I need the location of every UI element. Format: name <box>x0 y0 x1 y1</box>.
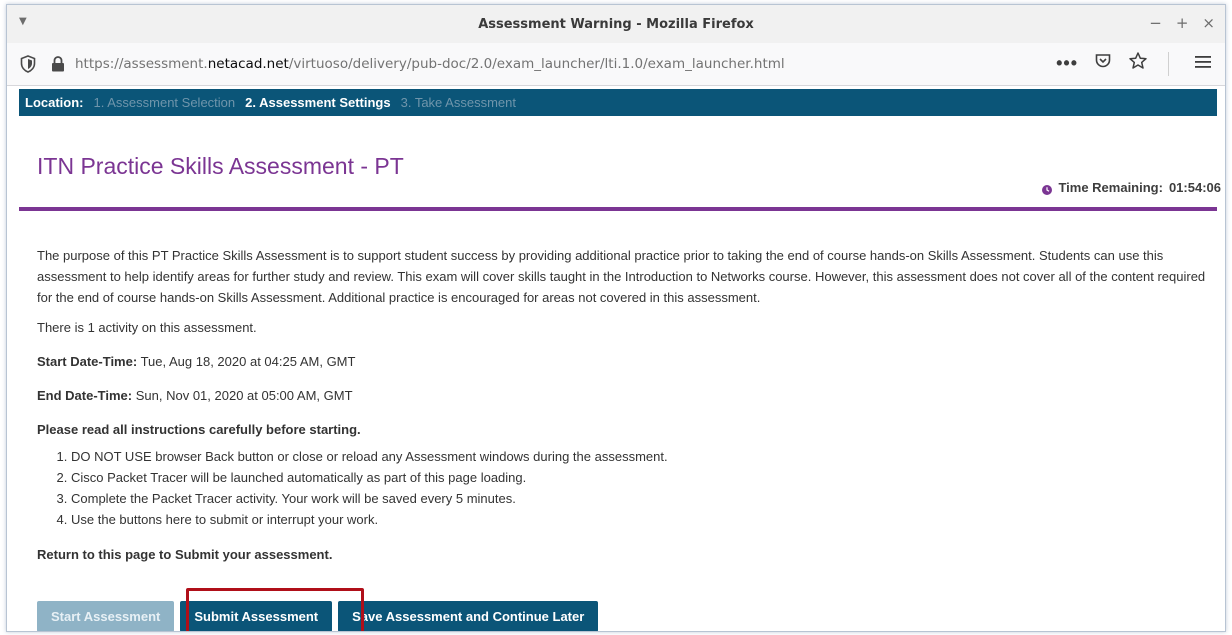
breadcrumb-step-assessment-selection: 1. Assessment Selection <box>93 95 236 110</box>
star-icon[interactable] <box>1128 51 1148 76</box>
save-and-continue-later-button[interactable]: Save Assessment and Continue Later <box>338 601 599 631</box>
maximize-button[interactable]: + <box>1176 14 1189 32</box>
breadcrumb-step-assessment-settings: 2. Assessment Settings <box>245 95 391 110</box>
start-assessment-button: Start Assessment <box>37 601 175 631</box>
location-label: Location: <box>25 95 84 110</box>
url-bar[interactable]: https://assessment.netacad.net/virtuoso/… <box>75 56 785 72</box>
navbar-actions: ••• <box>1056 51 1211 76</box>
list-item: Cisco Packet Tracer will be launched aut… <box>71 467 1207 488</box>
intro-paragraph: The purpose of this PT Practice Skills A… <box>37 248 1206 305</box>
minimize-button[interactable]: − <box>1149 14 1162 32</box>
end-date-time: End Date-Time: Sun, Nov 01, 2020 at 05:0… <box>37 385 1207 406</box>
time-remaining-value: 01:54:06 <box>1168 180 1221 195</box>
list-item: Use the buttons here to submit or interr… <box>71 509 1207 530</box>
instructions-heading: Please read all instructions carefully b… <box>37 422 361 437</box>
window-menu-arrow-icon[interactable]: ▼ <box>19 16 27 27</box>
activity-count: There is 1 activity on this assessment. <box>37 320 257 335</box>
list-item: Complete the Packet Tracer activity. You… <box>71 488 1207 509</box>
url-prefix: https://assessment. <box>75 56 208 72</box>
end-date-label: End Date-Time: <box>37 388 133 403</box>
close-button[interactable]: × <box>1202 14 1215 32</box>
start-date-value: Tue, Aug 18, 2020 at 04:25 AM, GMT <box>140 354 356 369</box>
url-domain: netacad.net <box>207 56 289 72</box>
location-breadcrumb: Location: 1. Assessment Selection 2. Ass… <box>19 89 1217 116</box>
clock-icon <box>1042 183 1053 195</box>
submit-assessment-button[interactable]: Submit Assessment <box>180 601 333 631</box>
url-suffix: /virtuoso/delivery/pub-doc/2.0/exam_laun… <box>288 56 785 72</box>
window-title: Assessment Warning - Mozilla Firefox <box>478 16 754 32</box>
shield-icon[interactable] <box>19 55 37 73</box>
list-item: DO NOT USE browser Back button or close … <box>71 446 1207 467</box>
navbar-separator <box>1168 51 1169 76</box>
hamburger-icon[interactable] <box>1195 52 1211 75</box>
instructions-list: DO NOT USE browser Back button or close … <box>37 446 1207 530</box>
breadcrumb-step-take-assessment: 3. Take Assessment <box>400 95 516 110</box>
window-controls: − + × <box>1149 14 1215 32</box>
page-title: ITN Practice Skills Assessment - PT <box>37 153 404 179</box>
pocket-icon[interactable] <box>1094 52 1112 75</box>
lock-icon[interactable] <box>51 56 67 72</box>
start-date-time: Start Date-Time: Tue, Aug 18, 2020 at 04… <box>37 351 1207 372</box>
page-actions-button[interactable]: ••• <box>1056 53 1078 74</box>
browser-navbar: https://assessment.netacad.net/virtuoso/… <box>7 43 1225 86</box>
end-date-value: Sun, Nov 01, 2020 at 05:00 AM, GMT <box>135 388 353 403</box>
return-note: Return to this page to Submit your asses… <box>37 547 333 562</box>
action-buttons: Start Assessment Submit Assessment Save … <box>37 601 599 631</box>
time-remaining: Time Remaining: 01:54:06 <box>1042 180 1221 195</box>
window-titlebar: ▼ Assessment Warning - Mozilla Firefox −… <box>7 5 1225 43</box>
start-date-label: Start Date-Time: <box>37 354 138 369</box>
time-remaining-label: Time Remaining: <box>1058 180 1163 195</box>
browser-window: ▼ Assessment Warning - Mozilla Firefox −… <box>6 4 1226 632</box>
header-divider <box>19 207 1217 211</box>
assessment-content: The purpose of this PT Practice Skills A… <box>37 245 1207 565</box>
